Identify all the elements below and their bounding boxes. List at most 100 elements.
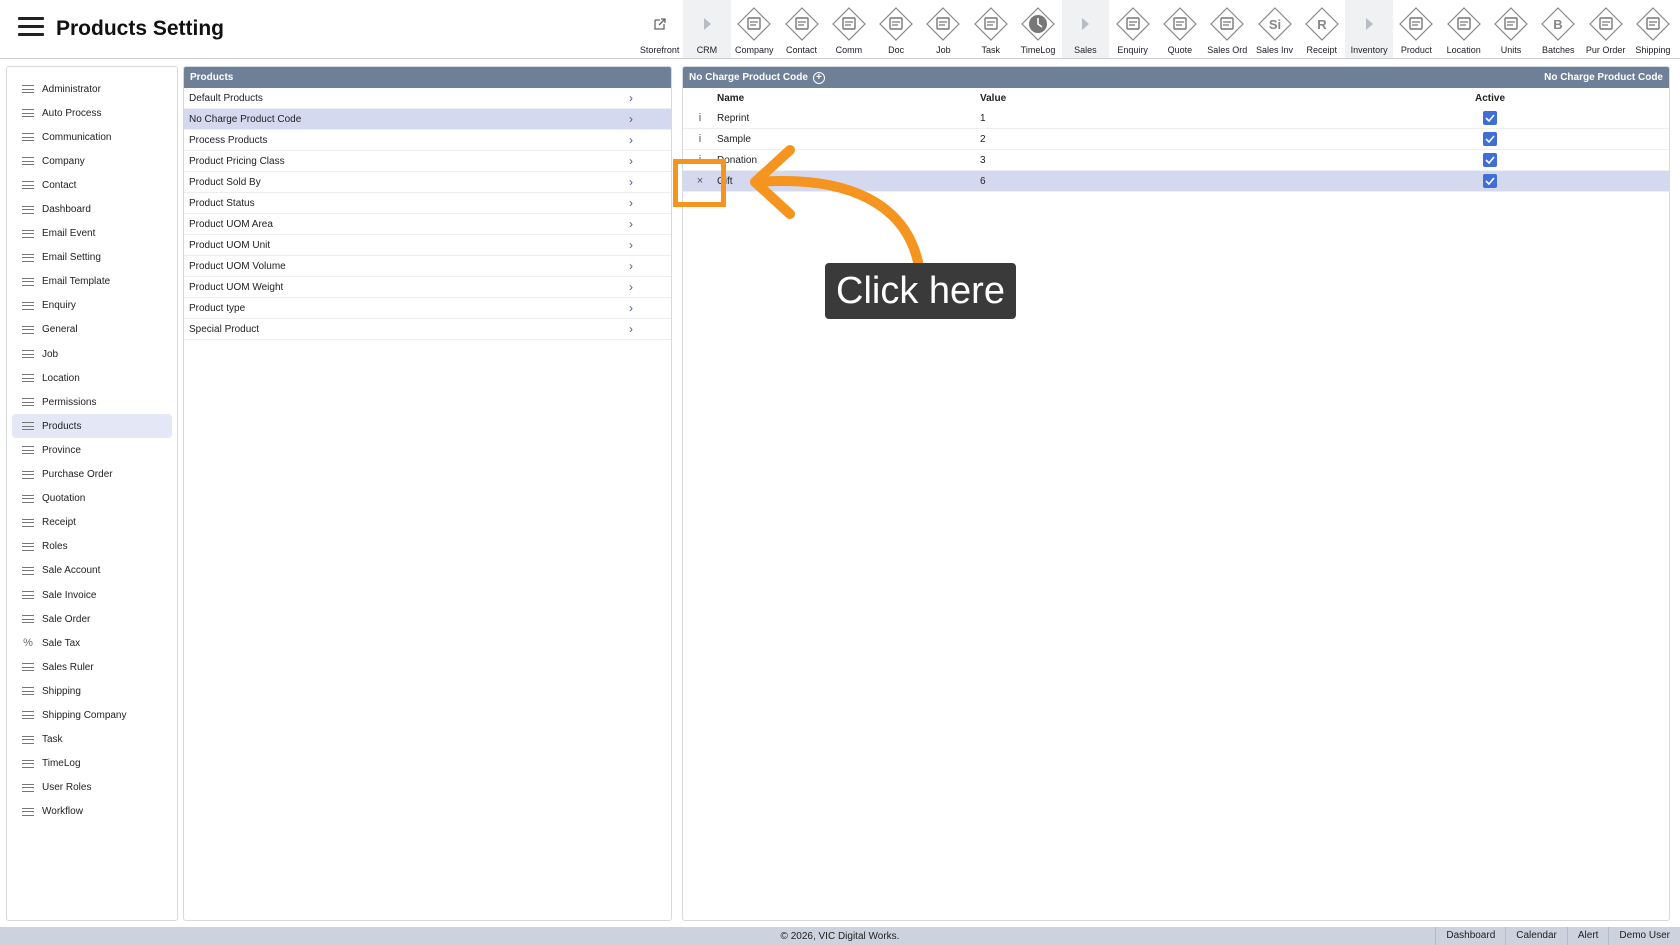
- sidebar-item-dashboard[interactable]: Dashboard: [12, 197, 172, 221]
- toolbar-task[interactable]: Task: [967, 0, 1014, 58]
- chevron-right-icon: ›: [629, 280, 633, 294]
- column-name: Name: [717, 92, 745, 104]
- toolbar-sales-inv[interactable]: Si Sales Inv: [1251, 0, 1298, 58]
- clock-icon: [1021, 5, 1055, 43]
- sidebar-item-email-setting[interactable]: Email Setting: [12, 246, 172, 270]
- products-item-special-product[interactable]: Special Product ›: [184, 319, 671, 340]
- sidebar-item-products[interactable]: Products: [12, 414, 172, 439]
- sidebar-item-purchase-order[interactable]: Purchase Order: [12, 463, 172, 487]
- footer-link-calendar[interactable]: Calendar: [1505, 927, 1567, 945]
- sidebar-item-task[interactable]: Task: [12, 728, 172, 752]
- active-checkbox[interactable]: [1483, 153, 1497, 167]
- sidebar-item-general[interactable]: General: [12, 318, 172, 342]
- sidebar-item-label: Job: [42, 348, 59, 360]
- sidebar-item-communication[interactable]: Communication: [12, 125, 172, 149]
- sidebar-item-sale-account[interactable]: Sale Account: [12, 559, 172, 583]
- products-item-product-type[interactable]: Product type ›: [184, 298, 671, 319]
- sidebar-item-auto-process[interactable]: Auto Process: [12, 101, 172, 125]
- sidebar-item-quotation[interactable]: Quotation: [12, 487, 172, 511]
- product-icon: [1399, 5, 1434, 43]
- sidebar-item-user-roles[interactable]: User Roles: [12, 776, 172, 800]
- products-item-product-status[interactable]: Product Status ›: [184, 193, 671, 214]
- toolbar-shipping[interactable]: Shipping: [1629, 0, 1676, 58]
- footer-link-alert[interactable]: Alert: [1566, 927, 1609, 945]
- sidebar-item-receipt[interactable]: Receipt: [12, 511, 172, 535]
- toolbar-quote[interactable]: Quote: [1156, 0, 1203, 58]
- products-item-product-sold-by[interactable]: Product Sold By ›: [184, 172, 671, 193]
- sidebar-item-permissions[interactable]: Permissions: [12, 390, 172, 414]
- products-item-product-uom-area[interactable]: Product UOM Area ›: [184, 214, 671, 235]
- products-item-product-uom-unit[interactable]: Product UOM Unit ›: [184, 235, 671, 256]
- toolbar-pur-order[interactable]: Pur Order: [1582, 0, 1629, 58]
- sidebar-item-enquiry[interactable]: Enquiry: [12, 294, 172, 318]
- footer-link-dashboard[interactable]: Dashboard: [1435, 927, 1505, 945]
- sidebar-item-contact[interactable]: Contact: [12, 173, 172, 197]
- toolbar-product[interactable]: Product: [1393, 0, 1440, 58]
- toolbar-units[interactable]: Units: [1487, 0, 1534, 58]
- products-item-product-uom-volume[interactable]: Product UOM Volume ›: [184, 256, 671, 277]
- products-item-label: Special Product: [189, 323, 260, 335]
- toolbar-inventory[interactable]: Inventory: [1345, 0, 1393, 58]
- sidebar-item-shipping-company[interactable]: Shipping Company: [12, 703, 172, 727]
- toolbar-enquiry[interactable]: Enquiry: [1109, 0, 1156, 58]
- footer-link-demo-user[interactable]: Demo User: [1608, 927, 1680, 945]
- chevron-right-icon: ›: [629, 112, 633, 126]
- sidebar-item-label: TimeLog: [42, 758, 81, 770]
- batches-icon: B: [1541, 5, 1576, 43]
- sidebar-item-company[interactable]: Company: [12, 149, 172, 173]
- products-item-no-charge-product-code[interactable]: No Charge Product Code ›: [184, 109, 671, 130]
- list-icon: [22, 735, 34, 745]
- active-checkbox[interactable]: [1483, 111, 1497, 125]
- detail-panel-header: No Charge Product Code + No Charge Produ…: [683, 67, 1669, 88]
- settings-sidebar: Administrator Auto Process Communication Co…: [6, 66, 178, 921]
- active-checkbox[interactable]: [1483, 174, 1497, 188]
- row-name: Reprint: [717, 112, 750, 124]
- sidebar-item-email-event[interactable]: Email Event: [12, 222, 172, 246]
- sidebar-item-sale-invoice[interactable]: Sale Invoice: [12, 583, 172, 607]
- sidebar-item-workflow[interactable]: Workflow: [12, 800, 172, 824]
- chevron-right-icon: ›: [629, 91, 633, 105]
- toolbar-crm[interactable]: CRM: [683, 0, 731, 58]
- products-item-process-products[interactable]: Process Products ›: [184, 130, 671, 151]
- products-item-default-products[interactable]: Default Products ›: [184, 88, 671, 109]
- products-item-label: Product Sold By: [189, 176, 261, 188]
- sidebar-item-shipping[interactable]: Shipping: [12, 679, 172, 703]
- toolbar-doc[interactable]: Doc: [872, 0, 919, 58]
- toolbar-receipt[interactable]: R Receipt: [1298, 0, 1345, 58]
- sidebar-item-job[interactable]: Job: [12, 342, 172, 366]
- toolbar-company[interactable]: Company: [731, 0, 778, 58]
- products-item-product-uom-weight[interactable]: Product UOM Weight ›: [184, 277, 671, 298]
- hamburger-icon[interactable]: [18, 17, 44, 37]
- active-checkbox[interactable]: [1483, 132, 1497, 146]
- sidebar-item-label: Auto Process: [42, 107, 102, 119]
- toolbar-comm[interactable]: Comm: [825, 0, 872, 58]
- info-icon[interactable]: i: [683, 133, 717, 145]
- sidebar-item-sale-tax[interactable]: % Sale Tax: [12, 631, 172, 655]
- sidebar-item-roles[interactable]: Roles: [12, 535, 172, 559]
- sidebar-item-timelog[interactable]: TimeLog: [12, 752, 172, 776]
- sidebar-item-email-template[interactable]: Email Template: [12, 270, 172, 294]
- sidebar-item-location[interactable]: Location: [12, 366, 172, 390]
- toolbar-batches[interactable]: B Batches: [1535, 0, 1582, 58]
- info-icon[interactable]: i: [683, 112, 717, 124]
- toolbar-location[interactable]: Location: [1440, 0, 1487, 58]
- toolbar-sales[interactable]: Sales: [1061, 0, 1109, 58]
- chevron-right-icon: ›: [629, 259, 633, 273]
- units-icon: [1494, 5, 1528, 43]
- toolbar-storefront[interactable]: Storefront: [636, 0, 683, 58]
- toolbar-label: Pur Order: [1585, 45, 1626, 55]
- toolbar-label: Task: [981, 45, 1000, 55]
- sidebar-item-sale-order[interactable]: Sale Order: [12, 607, 172, 631]
- list-icon: [22, 84, 34, 94]
- sidebar-item-administrator[interactable]: Administrator: [12, 77, 172, 101]
- table-row[interactable]: i Reprint 1: [683, 108, 1669, 129]
- toolbar-sales-ord[interactable]: Sales Ord: [1204, 0, 1251, 58]
- toolbar-timelog[interactable]: TimeLog: [1014, 0, 1061, 58]
- products-item-product-pricing-class[interactable]: Product Pricing Class ›: [184, 151, 671, 172]
- products-panel-header: Products: [184, 67, 671, 88]
- add-icon[interactable]: +: [812, 71, 825, 84]
- toolbar-contact[interactable]: Contact: [778, 0, 825, 58]
- toolbar-job[interactable]: Job: [920, 0, 967, 58]
- sidebar-item-sales-ruler[interactable]: Sales Ruler: [12, 655, 172, 679]
- sidebar-item-province[interactable]: Province: [12, 438, 172, 462]
